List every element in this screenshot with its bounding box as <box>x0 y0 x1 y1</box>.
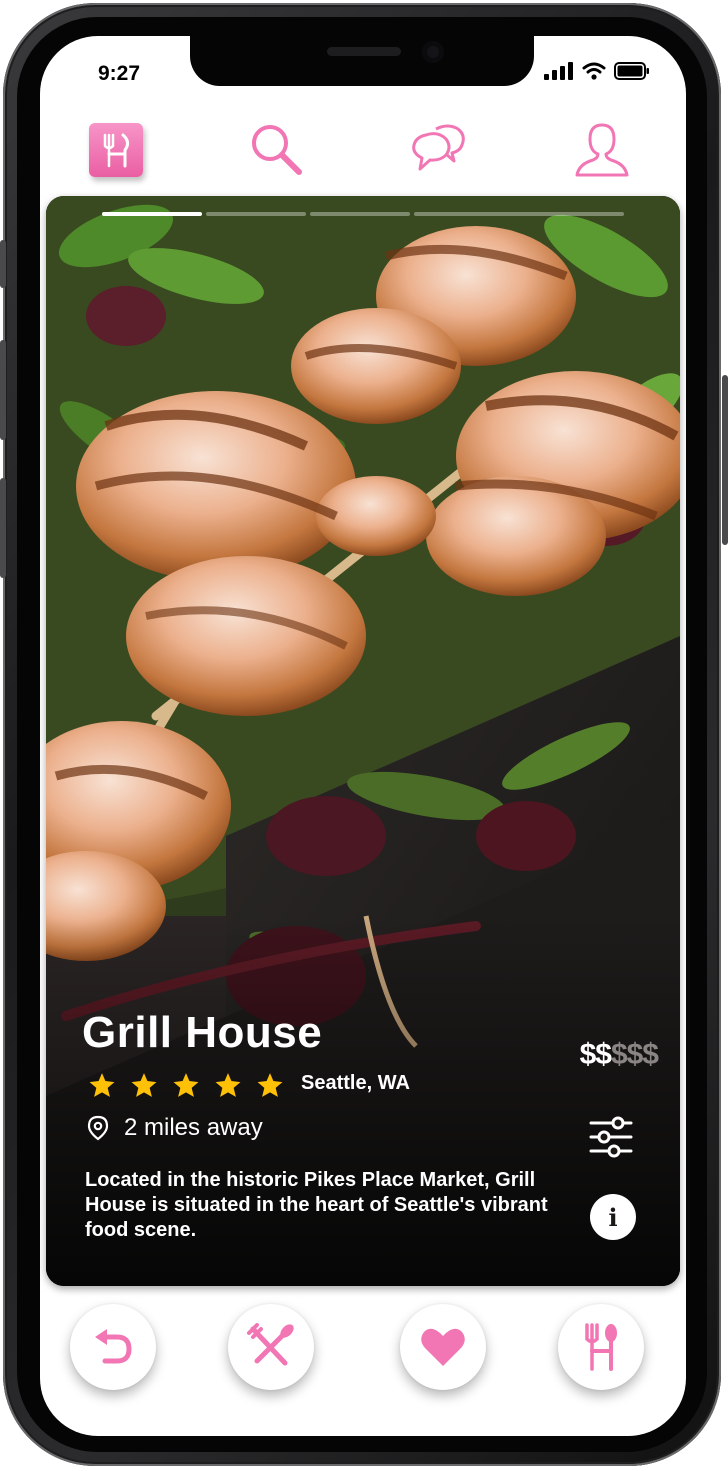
mute-switch <box>0 240 6 288</box>
filter-sliders-icon[interactable] <box>588 1114 634 1160</box>
earpiece-speaker <box>327 47 401 56</box>
info-icon: i <box>608 1202 618 1232</box>
search-icon <box>252 125 302 175</box>
star-icon <box>173 1073 199 1097</box>
dislike-button[interactable] <box>228 1304 314 1390</box>
distance-text: 2 miles away <box>124 1114 263 1141</box>
nav-search-button[interactable] <box>246 120 306 180</box>
story-progress-segment <box>310 212 410 216</box>
price-inactive: $$$ <box>610 1038 659 1071</box>
price-active: $$ <box>579 1038 612 1071</box>
restaurant-location: Seattle, WA <box>301 1072 410 1094</box>
star-icon <box>215 1073 241 1097</box>
heart-icon <box>421 1328 465 1366</box>
story-progress-segment <box>414 212 624 216</box>
nav-chat-button[interactable] <box>408 120 468 180</box>
like-button[interactable] <box>400 1304 486 1390</box>
app-screen: 9:27 Grill House Seattle, WA $$$$$ 2 mil… <box>40 36 686 1436</box>
info-button[interactable]: i <box>590 1194 636 1240</box>
volume-up-button <box>0 340 6 440</box>
battery-icon <box>614 62 649 80</box>
power-button <box>722 375 728 545</box>
notch <box>190 36 534 86</box>
front-camera <box>422 41 444 63</box>
undo-icon <box>95 1329 132 1364</box>
status-icons <box>544 62 650 80</box>
nav-profile-button[interactable] <box>572 120 632 180</box>
chat-bubbles-icon <box>412 124 465 171</box>
story-progress-active <box>102 212 202 216</box>
star-rating <box>88 1072 284 1098</box>
restaurant-name: Grill House <box>82 1008 323 1057</box>
location-pin-icon <box>87 1115 109 1141</box>
restaurant-card[interactable]: Grill House Seattle, WA $$$$$ 2 miles aw… <box>46 196 680 1286</box>
wifi-icon <box>582 62 606 80</box>
restaurant-description: Located in the historic Pikes Place Mark… <box>85 1169 548 1241</box>
cellular-signal-icon <box>544 62 573 80</box>
reserve-button[interactable] <box>558 1304 644 1390</box>
volume-down-button <box>0 478 6 578</box>
crossed-utensils-icon <box>247 1323 294 1366</box>
star-icon <box>131 1073 157 1097</box>
story-progress-segment <box>206 212 306 216</box>
top-nav <box>40 114 686 188</box>
nav-home-button[interactable] <box>86 120 146 180</box>
star-icon <box>89 1073 115 1097</box>
fork-spoon-icon <box>585 1323 617 1371</box>
star-icon <box>257 1073 283 1097</box>
profile-icon <box>575 123 629 177</box>
distance-row: 2 miles away <box>86 1114 263 1142</box>
price-level: $$$$$ <box>579 1038 659 1072</box>
status-time: 9:27 <box>98 62 141 85</box>
undo-button[interactable] <box>70 1304 156 1390</box>
fork-knife-logo-icon <box>89 123 143 177</box>
